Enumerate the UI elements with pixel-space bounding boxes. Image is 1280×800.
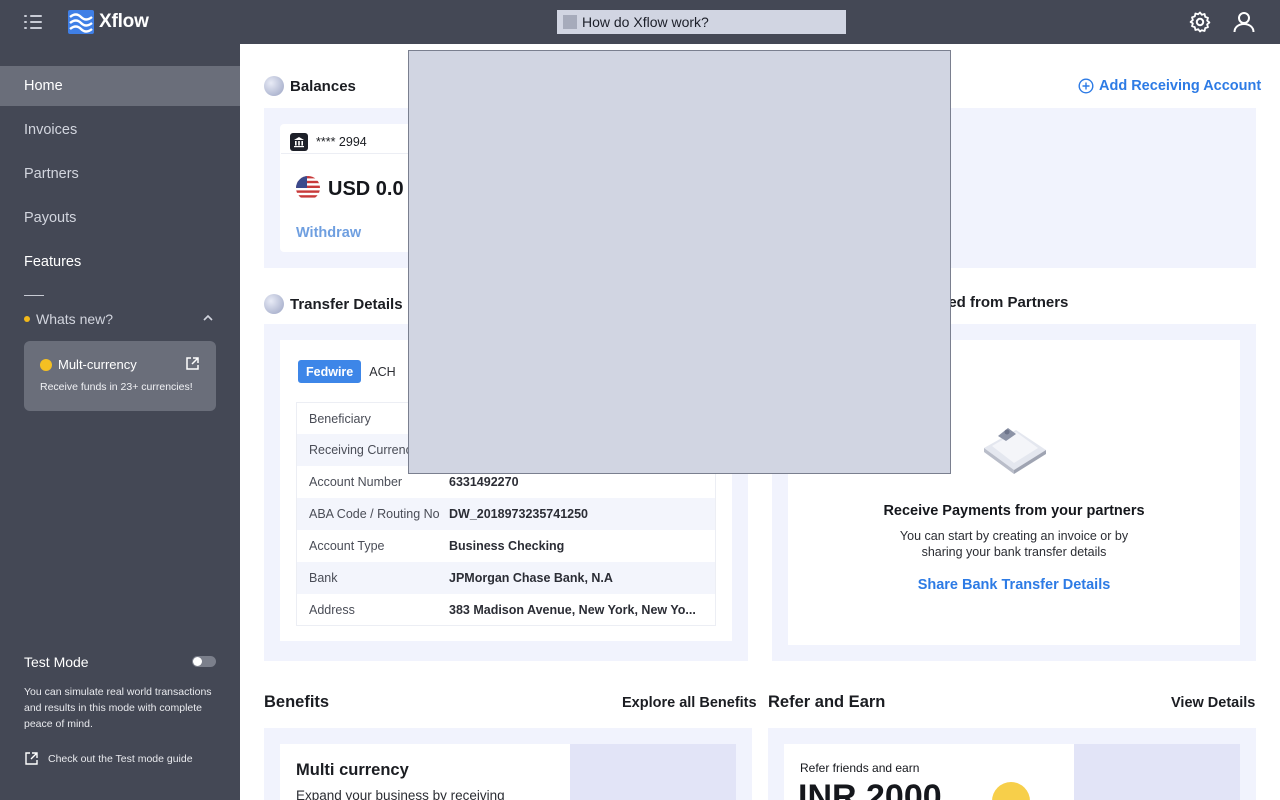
sidebar-item-payouts[interactable]: Payouts: [0, 198, 240, 238]
feature-card-multicurrency[interactable]: Mult-currency Receive funds in 23+ curre…: [24, 341, 216, 411]
partners-title: ved from Partners: [940, 294, 1069, 311]
overlay-panel: [408, 50, 951, 474]
detail-row-account-type: Account Type Business Checking: [296, 530, 716, 562]
partners-empty-title: Receive Payments from your partners: [883, 503, 1145, 519]
test-mode-guide-link[interactable]: Check out the Test mode guide: [24, 751, 193, 766]
benefit-illustration: [570, 744, 736, 800]
balance-amount: USD 0.0: [328, 178, 404, 200]
sidebar-item-invoices[interactable]: Invoices: [0, 110, 240, 150]
balances-title: Balances: [290, 78, 356, 95]
detail-value: JPMorgan Chase Bank, N.A: [449, 571, 613, 585]
bank-icon: [290, 132, 308, 151]
partners-desc-line-2: sharing your bank transfer details: [921, 545, 1107, 559]
user-icon[interactable]: [1232, 10, 1256, 34]
xflow-logo[interactable]: Xflow: [68, 10, 149, 34]
sidebar-divider: [24, 295, 44, 296]
account-mask: **** 2994: [316, 134, 367, 149]
sidebar-item-features[interactable]: Features: [0, 242, 240, 282]
refer-small-text: Refer friends and earn: [800, 761, 920, 775]
test-mode-description: You can simulate real world transactions…: [24, 686, 212, 730]
detail-key: Address: [309, 602, 355, 617]
partners-desc-line-1: You can start by creating an invoice or …: [899, 529, 1129, 543]
toggle-knob: [193, 657, 202, 666]
external-link-icon: [25, 752, 38, 765]
sidebar-item-label: Partners: [24, 166, 79, 182]
sidebar-item-home[interactable]: Home: [0, 66, 240, 106]
add-receiving-account-label: Add Receiving Account: [1099, 78, 1262, 94]
menu-icon[interactable]: [24, 13, 46, 31]
plus-circle-icon: [1078, 78, 1094, 94]
clipboard-icon: [984, 428, 1046, 474]
detail-key: ABA Code / Routing No: [309, 507, 440, 521]
new-dot-icon: [24, 316, 30, 322]
external-link-icon[interactable]: [185, 356, 200, 371]
balances-icon: [264, 76, 284, 96]
sidebar-item-partners[interactable]: Partners: [0, 154, 240, 194]
detail-key: Account Type: [309, 539, 385, 553]
sidebar-item-label: Payouts: [24, 210, 77, 226]
sidebar-item-label: Invoices: [24, 122, 78, 138]
transfer-icon: [264, 294, 284, 314]
benefits-title: Benefits: [264, 693, 330, 711]
tab-ach[interactable]: ACH: [361, 360, 403, 383]
detail-row-bank: Bank JPMorgan Chase Bank, N.A: [296, 562, 716, 594]
search-text: How do Xflow work?: [582, 14, 709, 30]
withdraw-button[interactable]: Withdraw: [296, 225, 361, 241]
detail-key: Bank: [309, 571, 338, 585]
chevron-up-icon: [203, 314, 213, 321]
share-bank-transfer-link[interactable]: Share Bank Transfer Details: [788, 577, 1240, 593]
detail-key: Account Number: [309, 475, 403, 489]
refer-amount: INR 2000: [798, 778, 942, 800]
transfer-title: Transfer Details: [290, 296, 403, 313]
refer-title: Refer and Earn: [768, 693, 886, 711]
us-flag-icon: [296, 176, 320, 200]
test-mode-toggle[interactable]: [192, 656, 216, 667]
detail-value: 6331492270: [449, 475, 519, 489]
feature-card-subtitle: Receive funds in 23+ currencies!: [40, 381, 193, 393]
gear-icon[interactable]: [1188, 10, 1212, 34]
coin-icon: [40, 359, 52, 371]
feature-card-title: Mult-currency: [58, 357, 137, 372]
sidebar: Home Invoices Partners Payouts Features …: [0, 44, 240, 800]
view-details-link[interactable]: View Details: [1171, 695, 1255, 711]
whats-new-toggle[interactable]: Whats new?: [24, 310, 216, 328]
explore-benefits-link[interactable]: Explore all Benefits: [622, 695, 757, 711]
top-bar: Xflow How do Xflow work?: [0, 0, 1280, 44]
sidebar-item-label: Features: [24, 254, 82, 270]
detail-row-routing: ABA Code / Routing No DW_201897323574125…: [296, 498, 716, 530]
app-name: Xflow: [99, 11, 149, 32]
detail-row-address: Address 383 Madison Avenue, New York, Ne…: [296, 594, 716, 626]
add-receiving-account-button[interactable]: Add Receiving Account: [1078, 78, 1261, 94]
tab-fedwire[interactable]: Fedwire: [298, 360, 362, 383]
search-icon: [563, 15, 577, 29]
detail-value: DW_2018973235741250: [449, 507, 589, 521]
search-bar[interactable]: How do Xflow work?: [557, 10, 846, 34]
benefit-card-title: Multi currency: [296, 761, 409, 779]
refer-illustration: [1074, 744, 1240, 800]
guide-label: Check out the Test mode guide: [48, 752, 193, 765]
transfer-tabs: Fedwire ACH: [298, 360, 404, 383]
whats-new-label: Whats new?: [36, 311, 114, 327]
test-mode-label: Test Mode: [24, 654, 89, 670]
benefit-card-description: Expand your business by receiving: [296, 788, 505, 800]
detail-value: Business Checking: [449, 539, 565, 553]
partners-empty-description: You can start by creating an invoice or …: [788, 528, 1240, 560]
xflow-logo-icon: [68, 10, 94, 34]
detail-value: 383 Madison Avenue, New York, New Yo...: [449, 602, 696, 617]
sidebar-item-label: Home: [24, 78, 63, 94]
